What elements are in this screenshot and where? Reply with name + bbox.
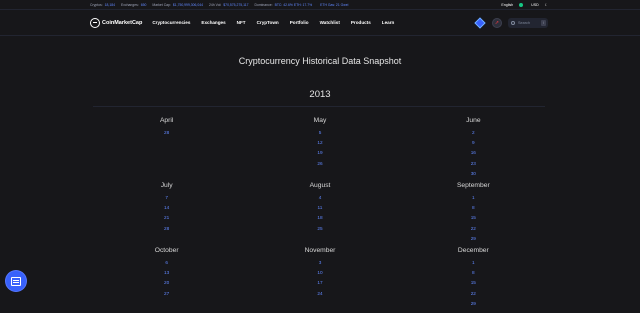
snapshot-date-link[interactable]: 21 (90, 213, 243, 223)
nav-cryptown[interactable]: CrypTown (257, 20, 279, 25)
snapshot-date-link[interactable]: 19 (243, 148, 396, 158)
stat-volume: 24h Vol: $70,575,275,117 (209, 2, 249, 7)
rocket-icon[interactable]: ➚ (492, 18, 502, 28)
nav-cryptocurrencies[interactable]: Cryptocurrencies (152, 20, 190, 25)
snapshot-date-link[interactable]: 25 (243, 224, 396, 234)
months-grid: April 28 May 5 12 19 26 June 2 9 16 23 30 July 7 14 21 28… (90, 117, 550, 312)
snapshot-date-link[interactable]: 8 (397, 268, 550, 278)
stat-dominance: Dominance: BTC: 42.6% ETH: 17.7% (254, 2, 313, 7)
feedback-button[interactable] (6, 271, 26, 291)
brand-logo[interactable]: CoinMarketCap (90, 17, 142, 28)
currency-selector[interactable]: USD (519, 3, 539, 8)
month-december: December 1 8 15 22 29 (397, 247, 550, 312)
snapshot-date-link[interactable]: 1 (397, 193, 550, 203)
snapshot-date-link[interactable]: 5 (243, 128, 396, 138)
snapshot-date-link[interactable]: 18 (243, 213, 396, 223)
main-nav: CoinMarketCap Cryptocurrencies Exchanges… (0, 10, 640, 36)
month-may: May 5 12 19 26 (243, 117, 396, 182)
snapshot-date-link[interactable]: 20 (90, 278, 243, 288)
global-stats-bar: Cryptos: 18,184 Exchanges: 650 Market Cap:… (0, 0, 640, 10)
snapshot-date-link[interactable]: 8 (397, 203, 550, 213)
snapshot-date-link[interactable]: 24 (243, 289, 396, 299)
search-icon (511, 21, 515, 25)
search-shortcut-key: / (541, 20, 546, 26)
snapshot-date-link[interactable]: 28 (90, 128, 243, 138)
preferences: English USD ☾ (495, 0, 548, 10)
month-april: April 28 (90, 117, 243, 182)
snapshot-date-link[interactable]: 15 (397, 278, 550, 288)
month-september: September 1 8 15 22 29 (397, 182, 550, 247)
month-name: July (160, 182, 173, 189)
stat-market-cap: Market Cap: $1,750,999,306,044 (152, 2, 204, 7)
nav-watchlist[interactable]: Watchlist (320, 20, 340, 25)
nav-nft[interactable]: NFT (237, 20, 246, 25)
stat-cryptos-value[interactable]: 18,184 (105, 3, 115, 7)
snapshot-date-link[interactable]: 4 (243, 193, 396, 203)
search-input[interactable]: Search / (508, 18, 548, 28)
snapshot-date-link[interactable]: 2 (397, 128, 550, 138)
snapshot-date-link[interactable]: 9 (397, 138, 550, 148)
snapshot-date-link[interactable]: 3 (243, 258, 396, 268)
snapshot-date-link[interactable]: 10 (243, 268, 396, 278)
nav-tools: ➚ Search / (474, 10, 548, 36)
month-november: November 3 10 17 24 (243, 247, 396, 312)
language-selector[interactable]: English (501, 3, 513, 7)
month-august: August 4 11 18 25 (243, 182, 396, 247)
snapshot-date-link[interactable]: 14 (90, 203, 243, 213)
month-name: September (456, 182, 490, 189)
snapshot-date-link[interactable]: 7 (90, 193, 243, 203)
month-name: October (154, 247, 179, 254)
month-name: June (466, 117, 481, 124)
snapshot-date-link[interactable]: 28 (90, 224, 243, 234)
feedback-icon (11, 276, 21, 286)
nav-products[interactable]: Products (351, 20, 371, 25)
moon-icon[interactable]: ☾ (545, 3, 548, 7)
month-name: August (309, 182, 331, 189)
snapshot-date-link[interactable]: 11 (243, 203, 396, 213)
currency-dot-icon (519, 3, 524, 8)
logo-icon (90, 17, 100, 28)
snapshot-date-link[interactable]: 6 (90, 258, 243, 268)
divider (93, 106, 545, 107)
month-name: May (313, 117, 327, 124)
page-title: Cryptocurrency Historical Data Snapshot (238, 56, 402, 66)
snapshot-date-link[interactable]: 26 (243, 159, 396, 169)
stat-dominance-value[interactable]: BTC: 42.6% ETH: 17.7% (275, 3, 313, 7)
month-october: October 6 13 20 27 (90, 247, 243, 312)
snapshot-date-link[interactable]: 1 (397, 258, 550, 268)
snapshot-date-link[interactable]: 16 (397, 148, 550, 158)
month-name: November (304, 247, 336, 254)
snapshot-date-link[interactable]: 22 (397, 224, 550, 234)
month-june: June 2 9 16 23 30 (397, 117, 550, 182)
stat-exchanges: Exchanges: 650 (121, 2, 147, 7)
stat-gas[interactable]: ETH Gas: 21 Gwei (318, 3, 348, 7)
stat-exchanges-value[interactable]: 650 (141, 3, 147, 7)
snapshot-date-link[interactable]: 17 (243, 278, 396, 288)
nav-exchanges[interactable]: Exchanges (201, 20, 225, 25)
snapshot-date-link[interactable]: 30 (397, 169, 550, 179)
snapshot-date-link[interactable]: 27 (90, 289, 243, 299)
snapshot-date-link[interactable]: 29 (397, 299, 550, 309)
month-name: April (159, 117, 174, 124)
year-heading: 2013 (309, 89, 331, 100)
snapshot-date-link[interactable]: 12 (243, 138, 396, 148)
month-name: December (457, 247, 489, 254)
stat-market-cap-value[interactable]: $1,750,999,306,044 (173, 3, 203, 7)
snapshot-date-link[interactable]: 23 (397, 159, 550, 169)
stat-volume-value[interactable]: $70,575,275,117 (223, 3, 248, 7)
stat-cryptos: Cryptos: 18,184 (90, 2, 115, 7)
snapshot-date-link[interactable]: 13 (90, 268, 243, 278)
diamond-icon[interactable] (474, 17, 486, 29)
nav-learn[interactable]: Learn (382, 20, 395, 25)
nav-portfolio[interactable]: Portfolio (290, 20, 309, 25)
snapshot-date-link[interactable]: 15 (397, 213, 550, 223)
snapshot-date-link[interactable]: 22 (397, 289, 550, 299)
snapshot-date-link[interactable]: 29 (397, 234, 550, 244)
month-july: July 7 14 21 28 (90, 182, 243, 247)
